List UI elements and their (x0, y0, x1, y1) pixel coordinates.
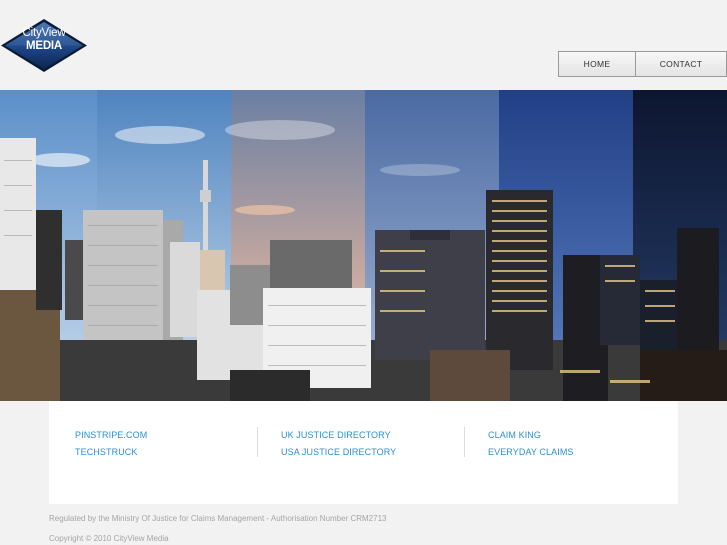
nav-contact-button[interactable]: CONTACT (636, 52, 726, 76)
top-nav: HOME CONTACT (558, 51, 727, 77)
cityview-media-logo[interactable]: CityView MEDIA (0, 18, 88, 73)
column-divider (464, 427, 465, 457)
link-usa-justice-directory[interactable]: USA JUSTICE DIRECTORY (281, 444, 396, 461)
link-pinstripe[interactable]: PINSTRIPE.COM (75, 427, 147, 444)
column-divider (257, 427, 258, 457)
regulation-notice: Regulated by the Ministry Of Justice for… (49, 514, 387, 523)
logo-line1: CityView (22, 27, 66, 39)
links-column-2: UK JUSTICE DIRECTORY USA JUSTICE DIRECTO… (281, 427, 396, 460)
logo-text: CityView MEDIA (0, 27, 88, 53)
link-uk-justice-directory[interactable]: UK JUSTICE DIRECTORY (281, 427, 396, 444)
link-claim-king[interactable]: CLAIM KING (488, 427, 574, 444)
partner-links-panel: PINSTRIPE.COM TECHSTRUCK UK JUSTICE DIRE… (49, 401, 678, 504)
city-skyline-banner-icon (0, 90, 727, 401)
copyright-text: Copyright © 2010 CityView Media (49, 534, 169, 543)
link-everyday-claims[interactable]: EVERYDAY CLAIMS (488, 444, 574, 461)
hero-skyline-image (0, 90, 727, 401)
links-column-1: PINSTRIPE.COM TECHSTRUCK (75, 427, 147, 460)
link-techstruck[interactable]: TECHSTRUCK (75, 444, 147, 461)
logo-line2: MEDIA (25, 40, 63, 52)
nav-home-button[interactable]: HOME (559, 52, 636, 76)
links-column-3: CLAIM KING EVERYDAY CLAIMS (488, 427, 574, 460)
